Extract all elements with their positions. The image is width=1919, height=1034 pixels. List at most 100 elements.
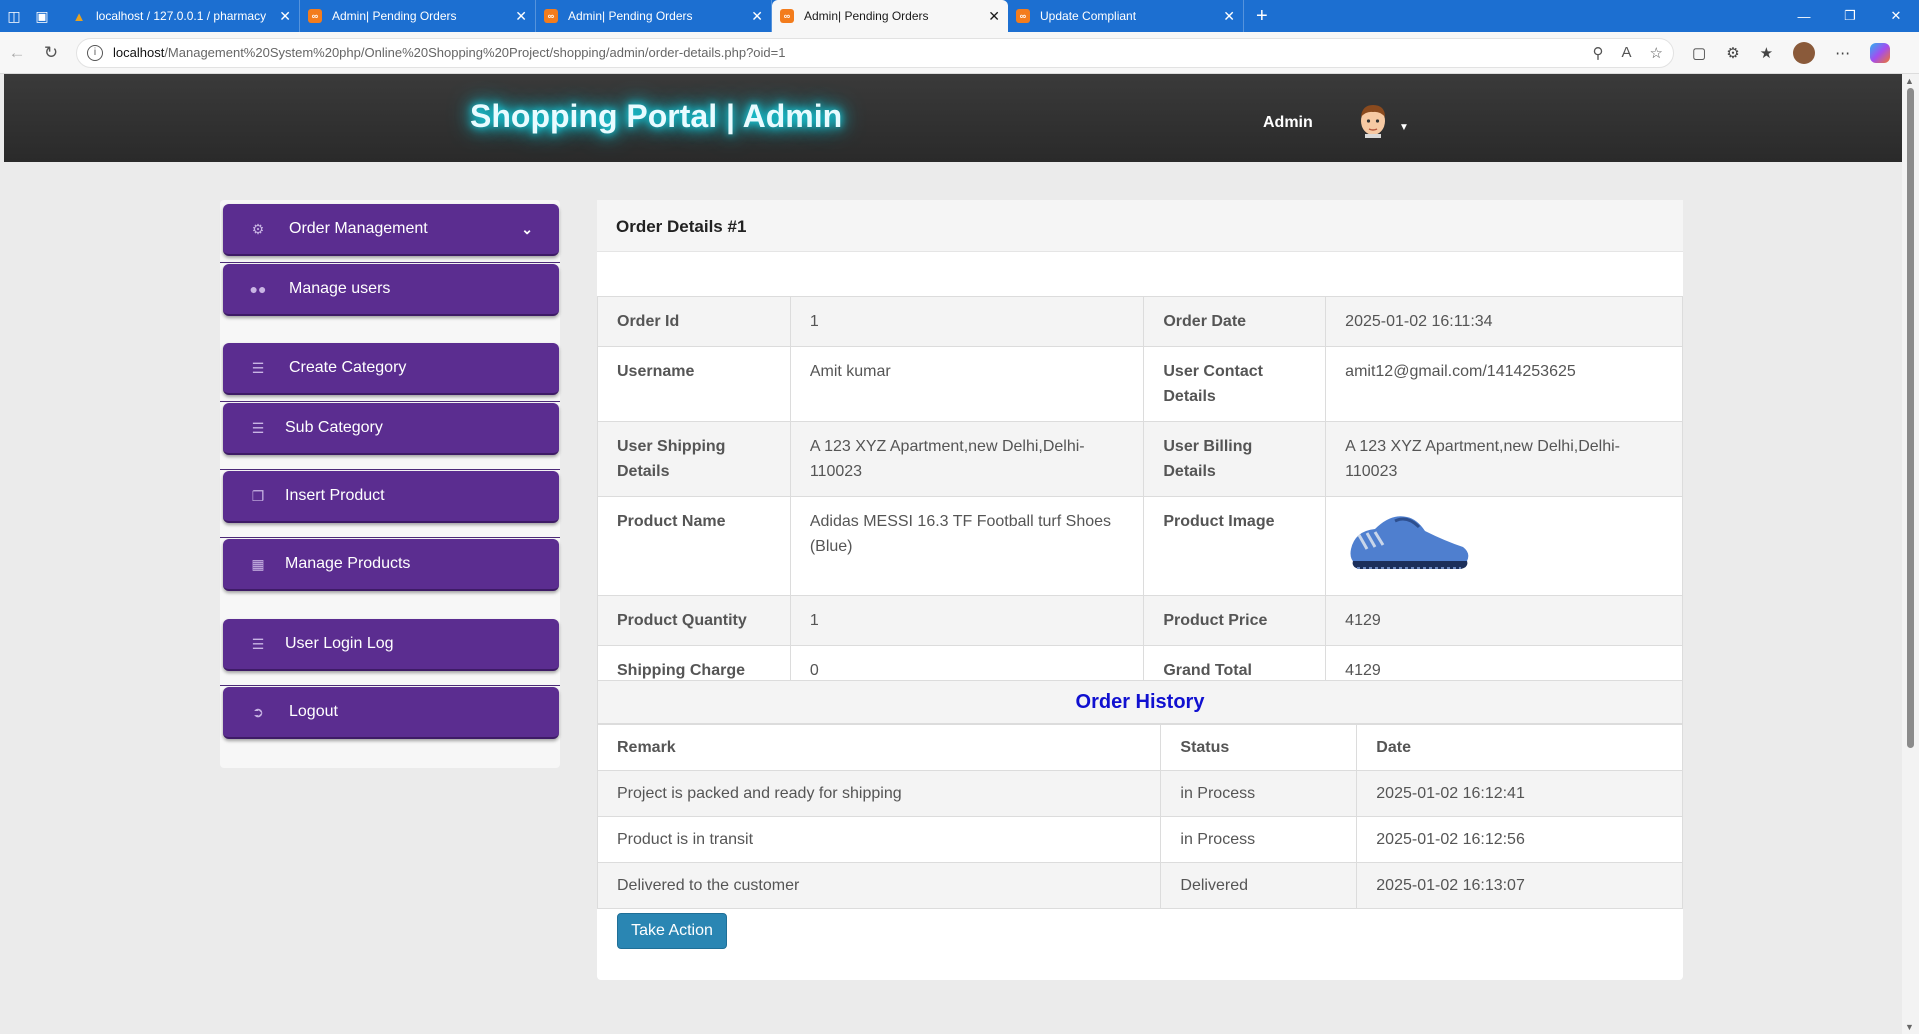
- sidebar-item-sub-category[interactable]: ☰ Sub Category: [223, 403, 559, 455]
- xampp-icon: ∞: [544, 9, 558, 23]
- refresh-icon[interactable]: ↻: [34, 43, 68, 63]
- sidebar-item-logout[interactable]: ➲ Logout: [223, 687, 559, 739]
- label-order-date: Order Date: [1143, 296, 1327, 347]
- value-price: 4129: [1325, 595, 1683, 646]
- table-row: Delivered to the customer Delivered 2025…: [596, 862, 1683, 909]
- copilot-icon[interactable]: [1870, 42, 1891, 63]
- browser-tab[interactable]: ∞ Admin| Pending Orders ✕: [300, 0, 536, 32]
- take-action-button[interactable]: Take Action: [617, 913, 727, 949]
- value-username: Amit kumar: [789, 346, 1145, 422]
- order-details-table: Order Id 1 Order Date 2025-01-02 16:11:3…: [597, 296, 1683, 696]
- divider: [220, 262, 560, 263]
- divider: [220, 401, 560, 402]
- read-aloud-icon[interactable]: A: [1622, 44, 1632, 62]
- paste-icon: ❐: [251, 487, 265, 504]
- close-window-icon[interactable]: ✕: [1873, 0, 1919, 32]
- chevron-down-icon[interactable]: ⌄: [521, 221, 533, 238]
- table-header-row: Remark Status Date: [596, 724, 1683, 771]
- page-scrollbar[interactable]: ▲ ▼: [1902, 74, 1919, 1034]
- info-icon[interactable]: i: [87, 44, 103, 61]
- tab-actions-icon[interactable]: ▣: [28, 0, 56, 32]
- table-icon: ▦: [251, 555, 265, 572]
- sidebar-item-insert-product[interactable]: ❐ Insert Product: [223, 471, 559, 523]
- sidebar-item-manage-users[interactable]: ●● Manage users: [223, 264, 559, 316]
- address-bar[interactable]: i localhost/Management%20System%20php/On…: [76, 37, 1674, 68]
- date-cell: 2025-01-02 16:13:07: [1356, 862, 1683, 909]
- column-header: Status: [1160, 724, 1358, 771]
- browser-tab[interactable]: ∞ Admin| Pending Orders ✕: [536, 0, 772, 32]
- scroll-up-icon[interactable]: ▲: [1905, 76, 1914, 86]
- remark-cell: Product is in transit: [596, 816, 1162, 863]
- extensions-icon[interactable]: ⚙: [1726, 44, 1739, 62]
- date-cell: 2025-01-02 16:12:41: [1356, 770, 1683, 817]
- sidebar-item-create-category[interactable]: ☰ Create Category: [223, 343, 559, 395]
- favorites-icon[interactable]: ★: [1760, 44, 1773, 62]
- sidebar-item-label: Insert Product: [285, 487, 385, 504]
- page-title: Order Details #1: [616, 217, 747, 236]
- scroll-down-icon[interactable]: ▼: [1905, 1022, 1914, 1032]
- label-quantity: Product Quantity: [597, 595, 791, 646]
- value-shipping: A 123 XYZ Apartment,new Delhi,Delhi-1100…: [789, 421, 1145, 497]
- table-row: User Shipping Details A 123 XYZ Apartmen…: [597, 421, 1683, 497]
- sidebar-item-user-login-log[interactable]: ☰ User Login Log: [223, 619, 559, 671]
- value-contact: amit12@gmail.com/1414253625: [1325, 346, 1683, 422]
- tab-title: Admin| Pending Orders: [332, 9, 457, 23]
- label-price: Product Price: [1143, 595, 1327, 646]
- close-icon[interactable]: ✕: [988, 8, 1000, 25]
- table-row: Order Id 1 Order Date 2025-01-02 16:11:3…: [597, 296, 1683, 347]
- admin-name[interactable]: Admin: [1263, 114, 1313, 132]
- favorite-star-icon[interactable]: ☆: [1650, 44, 1663, 62]
- label-product-image: Product Image: [1143, 496, 1327, 596]
- column-header: Remark: [596, 724, 1162, 771]
- column-header: Date: [1356, 724, 1683, 771]
- status-cell: Delivered: [1160, 862, 1358, 909]
- tasks-icon: ☰: [251, 359, 265, 376]
- divider: [220, 685, 560, 686]
- table-row: Product is in transit in Process 2025-01…: [596, 816, 1683, 863]
- restore-icon[interactable]: ❐: [1827, 0, 1873, 32]
- scrollbar-thumb[interactable]: [1907, 88, 1914, 748]
- product-image[interactable]: [1345, 505, 1473, 579]
- browser-toolbar: ← ↻ i localhost/Management%20System%20ph…: [0, 32, 1919, 74]
- divider: [220, 469, 560, 470]
- brand-title[interactable]: Shopping Portal | Admin: [470, 98, 842, 135]
- minimize-icon[interactable]: —: [1781, 0, 1827, 32]
- zoom-icon[interactable]: ⚲: [1593, 44, 1604, 62]
- more-icon[interactable]: ⋯: [1835, 44, 1850, 62]
- value-product-image: [1325, 496, 1683, 596]
- value-order-date: 2025-01-02 16:11:34: [1325, 296, 1683, 347]
- workspaces-icon[interactable]: ◫: [0, 0, 28, 32]
- browser-tab[interactable]: ▲ localhost / 127.0.0.1 / pharmacy ✕: [64, 0, 300, 32]
- tasks-icon: ☰: [251, 635, 265, 652]
- back-icon[interactable]: ←: [0, 43, 34, 63]
- close-icon[interactable]: ✕: [515, 8, 527, 25]
- table-row: Product Quantity 1 Product Price 4129: [597, 595, 1683, 646]
- sidebar-item-label: Order Management: [289, 220, 428, 237]
- new-tab-icon[interactable]: +: [1256, 5, 1268, 28]
- gear-icon: ⚙: [251, 220, 265, 237]
- browser-tab[interactable]: ∞ Update Compliant ✕: [1008, 0, 1244, 32]
- caret-down-icon[interactable]: ▼: [1399, 122, 1409, 133]
- value-quantity: 1: [789, 595, 1145, 646]
- admin-avatar[interactable]: [1356, 102, 1390, 138]
- split-screen-icon[interactable]: ▢: [1692, 44, 1706, 62]
- phpmyadmin-icon: ▲: [72, 8, 86, 24]
- window-controls: — ❐ ✕: [1781, 0, 1919, 32]
- close-icon[interactable]: ✕: [751, 8, 763, 25]
- tab-title: Admin| Pending Orders: [568, 9, 693, 23]
- profile-avatar[interactable]: [1793, 41, 1816, 64]
- sidebar-item-label: Manage users: [289, 280, 391, 297]
- signout-icon: ➲: [252, 703, 264, 720]
- sidebar-item-manage-products[interactable]: ▦ Manage Products: [223, 539, 559, 591]
- label-order-id: Order Id: [597, 296, 791, 347]
- xampp-icon: ∞: [308, 9, 322, 23]
- xampp-icon: ∞: [1016, 9, 1030, 23]
- close-icon[interactable]: ✕: [1223, 8, 1235, 25]
- order-details-panel: Order Details #1 Order Id 1 Order Date 2…: [596, 200, 1683, 980]
- browser-tab-active[interactable]: ∞ Admin| Pending Orders ✕: [772, 0, 1008, 32]
- label-product-name: Product Name: [597, 496, 791, 596]
- sidebar-item-order-management[interactable]: ⚙ Order Management ⌄: [223, 204, 559, 256]
- order-history-table: Remark Status Date Project is packed and…: [596, 724, 1683, 909]
- close-icon[interactable]: ✕: [279, 8, 291, 25]
- xampp-icon: ∞: [780, 9, 794, 23]
